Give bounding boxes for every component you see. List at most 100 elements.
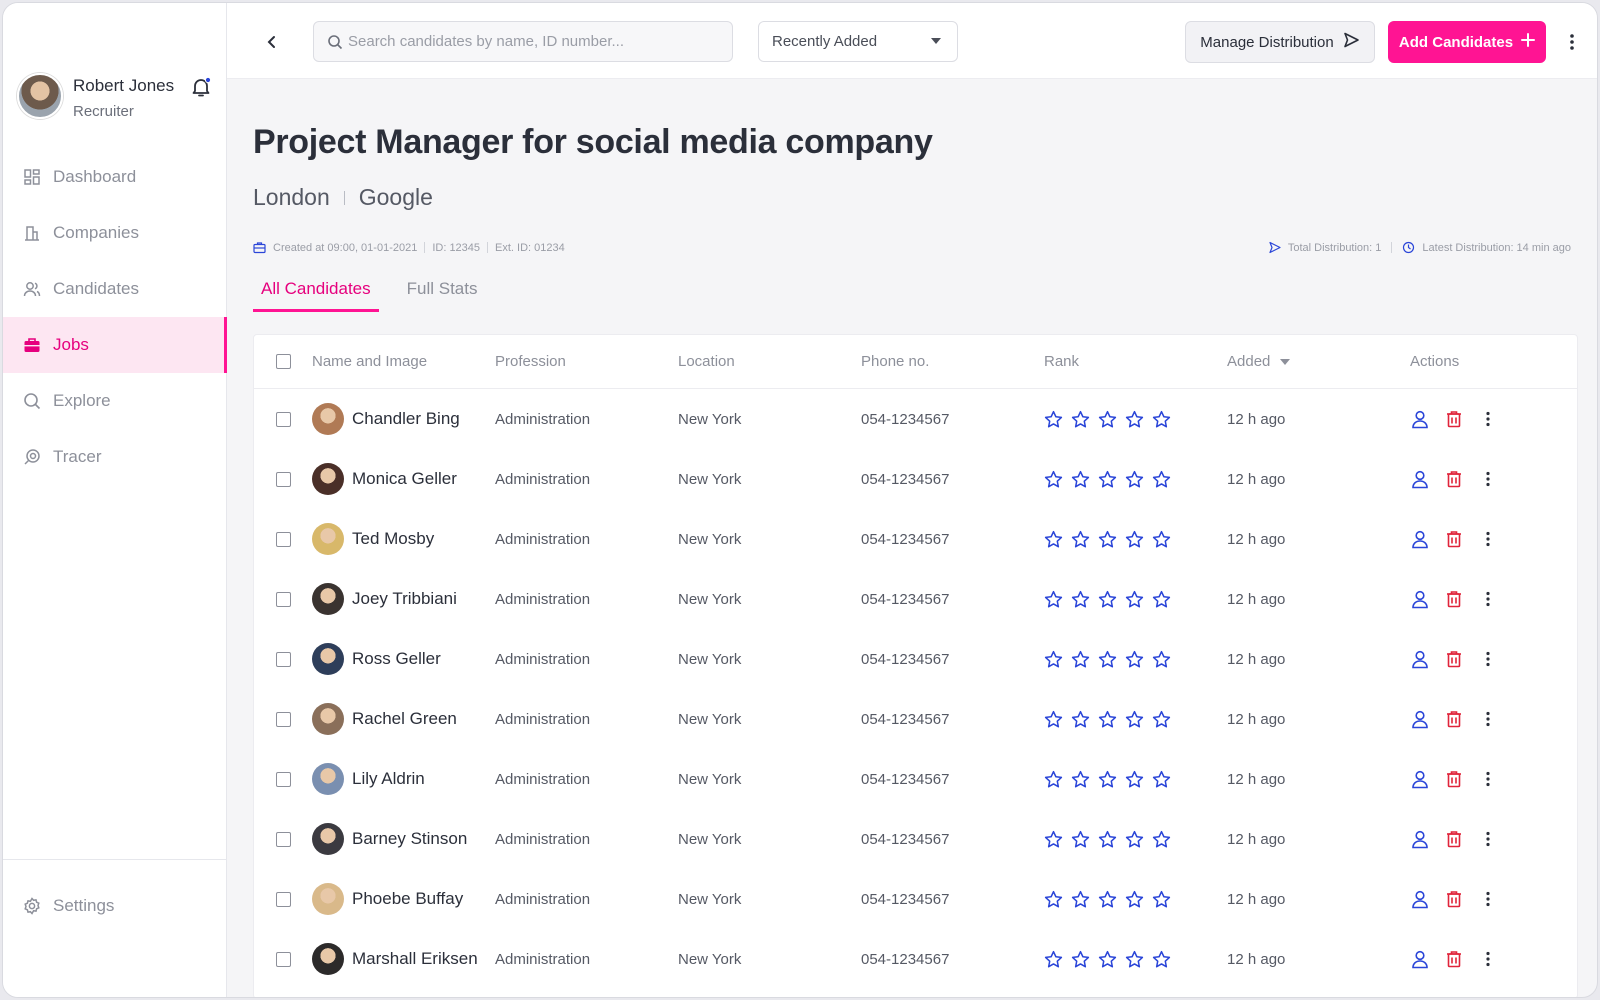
star-icon[interactable] <box>1044 710 1063 729</box>
trash-icon[interactable] <box>1444 529 1464 549</box>
row-checkbox[interactable] <box>276 951 291 967</box>
candidate-avatar[interactable] <box>312 583 344 615</box>
star-icon[interactable] <box>1098 470 1117 489</box>
star-icon[interactable] <box>1098 530 1117 549</box>
candidate-avatar[interactable] <box>312 883 344 915</box>
star-icon[interactable] <box>1044 890 1063 909</box>
candidate-avatar[interactable] <box>312 643 344 675</box>
header-added[interactable]: Added <box>1227 335 1291 388</box>
profile-icon[interactable] <box>1410 409 1430 429</box>
sidebar-item-explore[interactable]: Explore <box>3 373 227 429</box>
sort-select[interactable]: Recently Added <box>758 21 958 62</box>
star-icon[interactable] <box>1098 410 1117 429</box>
profile-icon[interactable] <box>1410 889 1430 909</box>
star-icon[interactable] <box>1071 530 1090 549</box>
row-checkbox[interactable] <box>276 471 291 487</box>
candidate-avatar[interactable] <box>312 403 344 435</box>
sidebar-item-settings[interactable]: Settings <box>23 896 114 916</box>
star-icon[interactable] <box>1125 950 1144 969</box>
trash-icon[interactable] <box>1444 949 1464 969</box>
candidate-name[interactable]: Monica Geller <box>352 469 457 489</box>
add-candidates-button[interactable]: Add Candidates <box>1388 21 1546 63</box>
row-checkbox[interactable] <box>276 891 291 907</box>
star-icon[interactable] <box>1044 530 1063 549</box>
candidate-name[interactable]: Chandler Bing <box>352 409 460 429</box>
trash-icon[interactable] <box>1444 889 1464 909</box>
star-icon[interactable] <box>1152 410 1171 429</box>
star-icon[interactable] <box>1071 650 1090 669</box>
row-checkbox[interactable] <box>276 591 291 607</box>
star-icon[interactable] <box>1071 890 1090 909</box>
star-icon[interactable] <box>1044 410 1063 429</box>
profile-icon[interactable] <box>1410 769 1430 789</box>
star-icon[interactable] <box>1152 650 1171 669</box>
bell-icon[interactable] <box>189 75 213 99</box>
star-icon[interactable] <box>1152 890 1171 909</box>
candidate-avatar[interactable] <box>312 943 344 975</box>
star-icon[interactable] <box>1125 890 1144 909</box>
more-vertical-icon[interactable] <box>1478 529 1498 549</box>
star-icon[interactable] <box>1044 470 1063 489</box>
more-vertical-icon[interactable] <box>1563 31 1581 53</box>
star-icon[interactable] <box>1071 710 1090 729</box>
star-icon[interactable] <box>1098 950 1117 969</box>
candidate-name[interactable]: Ted Mosby <box>352 529 434 549</box>
candidate-name[interactable]: Joey Tribbiani <box>352 589 457 609</box>
star-icon[interactable] <box>1071 950 1090 969</box>
sidebar-item-tracer[interactable]: Tracer <box>3 429 227 485</box>
sidebar-item-companies[interactable]: Companies <box>3 205 227 261</box>
star-icon[interactable] <box>1071 470 1090 489</box>
manage-distribution-button[interactable]: Manage Distribution <box>1185 21 1375 63</box>
trash-icon[interactable] <box>1444 829 1464 849</box>
candidate-name[interactable]: Ross Geller <box>352 649 441 669</box>
star-icon[interactable] <box>1098 830 1117 849</box>
star-icon[interactable] <box>1125 830 1144 849</box>
star-icon[interactable] <box>1152 770 1171 789</box>
star-icon[interactable] <box>1125 710 1144 729</box>
trash-icon[interactable] <box>1444 409 1464 429</box>
star-icon[interactable] <box>1152 710 1171 729</box>
star-icon[interactable] <box>1071 830 1090 849</box>
row-checkbox[interactable] <box>276 651 291 667</box>
star-icon[interactable] <box>1071 410 1090 429</box>
candidate-avatar[interactable] <box>312 523 344 555</box>
candidate-avatar[interactable] <box>312 463 344 495</box>
star-icon[interactable] <box>1071 770 1090 789</box>
row-checkbox[interactable] <box>276 831 291 847</box>
candidate-name[interactable]: Phoebe Buffay <box>352 889 463 909</box>
star-icon[interactable] <box>1044 770 1063 789</box>
row-checkbox[interactable] <box>276 711 291 727</box>
star-icon[interactable] <box>1125 770 1144 789</box>
sidebar-item-candidates[interactable]: Candidates <box>3 261 227 317</box>
star-icon[interactable] <box>1044 590 1063 609</box>
more-vertical-icon[interactable] <box>1478 589 1498 609</box>
back-chevron-icon[interactable] <box>261 31 283 53</box>
user-avatar[interactable] <box>17 73 63 119</box>
profile-icon[interactable] <box>1410 949 1430 969</box>
more-vertical-icon[interactable] <box>1478 949 1498 969</box>
star-icon[interactable] <box>1152 590 1171 609</box>
sidebar-item-jobs[interactable]: Jobs <box>3 317 227 373</box>
select-all-checkbox[interactable] <box>276 354 291 369</box>
row-checkbox[interactable] <box>276 531 291 547</box>
star-icon[interactable] <box>1098 650 1117 669</box>
more-vertical-icon[interactable] <box>1478 649 1498 669</box>
star-icon[interactable] <box>1044 830 1063 849</box>
candidate-avatar[interactable] <box>312 763 344 795</box>
star-icon[interactable] <box>1125 590 1144 609</box>
tab-full-stats[interactable]: Full Stats <box>399 275 486 312</box>
row-checkbox[interactable] <box>276 771 291 787</box>
star-icon[interactable] <box>1098 710 1117 729</box>
star-icon[interactable] <box>1071 590 1090 609</box>
profile-icon[interactable] <box>1410 529 1430 549</box>
trash-icon[interactable] <box>1444 769 1464 789</box>
star-icon[interactable] <box>1125 650 1144 669</box>
star-icon[interactable] <box>1152 950 1171 969</box>
candidate-avatar[interactable] <box>312 823 344 855</box>
candidate-avatar[interactable] <box>312 703 344 735</box>
profile-icon[interactable] <box>1410 829 1430 849</box>
more-vertical-icon[interactable] <box>1478 769 1498 789</box>
candidate-name[interactable]: Lily Aldrin <box>352 769 425 789</box>
sidebar-item-dashboard[interactable]: Dashboard <box>3 149 227 205</box>
trash-icon[interactable] <box>1444 589 1464 609</box>
